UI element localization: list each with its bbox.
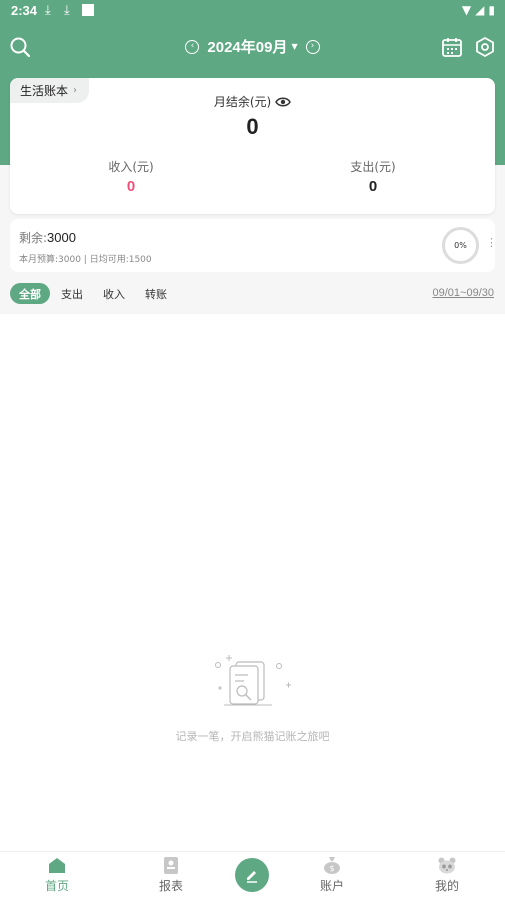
budget-card[interactable]: 剩余:3000 本月预算:3000 | 日均可用:1500 0% ⋮ (10, 219, 497, 272)
income-value: 0 (126, 178, 136, 195)
filter-tab[interactable]: 全部 (10, 283, 50, 304)
balance-label: 月结余(元) (213, 95, 272, 109)
home-icon (49, 858, 65, 873)
svg-text:$: $ (329, 864, 334, 873)
record-filter-tabs: 全部 支出 收入 转账 (10, 283, 178, 304)
budget-progress-text: 0% (454, 241, 467, 250)
expense-stat[interactable]: 支出(元) 0 (273, 158, 473, 195)
remaining-value: 3000 (47, 230, 76, 245)
wifi-icon: ▼ (461, 3, 472, 17)
empty-records-icon (215, 655, 291, 706)
month-title[interactable]: 2024年09月 (207, 36, 287, 57)
nav-report[interactable]: 报表 (141, 857, 201, 894)
empty-state-text: 记录一笔，开启熊猫记账之旅吧 (175, 730, 330, 743)
top-bar: ‹ 2024年09月 ▼ › (0, 30, 505, 64)
expense-value: 0 (368, 178, 378, 195)
notification-icon (82, 4, 94, 16)
filter-tab[interactable]: 转账 (136, 283, 176, 304)
prev-month-icon[interactable]: ‹ (185, 39, 200, 54)
wallet-icon: $ (324, 857, 340, 874)
status-time: 2:34 (11, 3, 38, 18)
nav-account-label: 账户 (319, 879, 344, 893)
download-icon: ⤓ (45, 3, 51, 18)
summary-card: 生活账本 › 月结余(元) 0 收入(元) 0 支出(元) 0 (10, 78, 495, 214)
balance-value: 0 (246, 114, 259, 139)
nav-mine[interactable]: 我的 (417, 857, 477, 894)
nav-report-label: 报表 (158, 879, 183, 893)
month-navigator: ‹ 2024年09月 ▼ › (0, 36, 505, 57)
remaining-label: 剩余: (19, 231, 48, 245)
filter-tab[interactable]: 支出 (52, 283, 92, 304)
edit-icon (247, 871, 257, 883)
bottom-navigation: 首页 报表 $ 账户 我的 (0, 851, 505, 897)
income-stat[interactable]: 收入(元) 0 (31, 158, 231, 195)
signal-icon: ◢ (475, 3, 485, 17)
panda-icon (438, 857, 456, 874)
add-record-button[interactable] (235, 858, 269, 892)
nav-account[interactable]: $ 账户 (302, 857, 362, 894)
next-month-icon[interactable]: › (305, 39, 320, 54)
filter-tab[interactable]: 收入 (94, 283, 134, 304)
expense-label: 支出(元) (350, 160, 396, 174)
status-icons: ▼ ◢ ▮ (462, 3, 495, 17)
budget-detail: 本月预算:3000 | 日均可用:1500 (19, 255, 152, 265)
balance-label-row: 月结余(元) (10, 93, 495, 110)
month-dropdown-icon[interactable]: ▼ (291, 42, 297, 51)
income-label: 收入(元) (108, 160, 154, 174)
nav-mine-label: 我的 (434, 879, 459, 893)
more-vertical-icon[interactable]: ⋮ (486, 237, 497, 248)
eye-icon[interactable] (275, 96, 292, 108)
status-bar: 2:34 ⤓ ⤓ ▼ ◢ ▮ (0, 0, 505, 22)
download-icon: ⤓ (64, 3, 70, 18)
report-icon (164, 857, 178, 874)
budget-progress-ring: 0% (442, 227, 479, 264)
settings-icon[interactable] (474, 36, 496, 58)
calendar-icon[interactable] (441, 36, 463, 58)
nav-home[interactable]: 首页 (27, 857, 87, 894)
budget-remaining: 剩余:3000 (19, 229, 76, 246)
nav-home-label: 首页 (44, 879, 69, 893)
date-range[interactable]: 09/01~09/30 (433, 287, 494, 299)
battery-icon: ▮ (488, 3, 495, 17)
